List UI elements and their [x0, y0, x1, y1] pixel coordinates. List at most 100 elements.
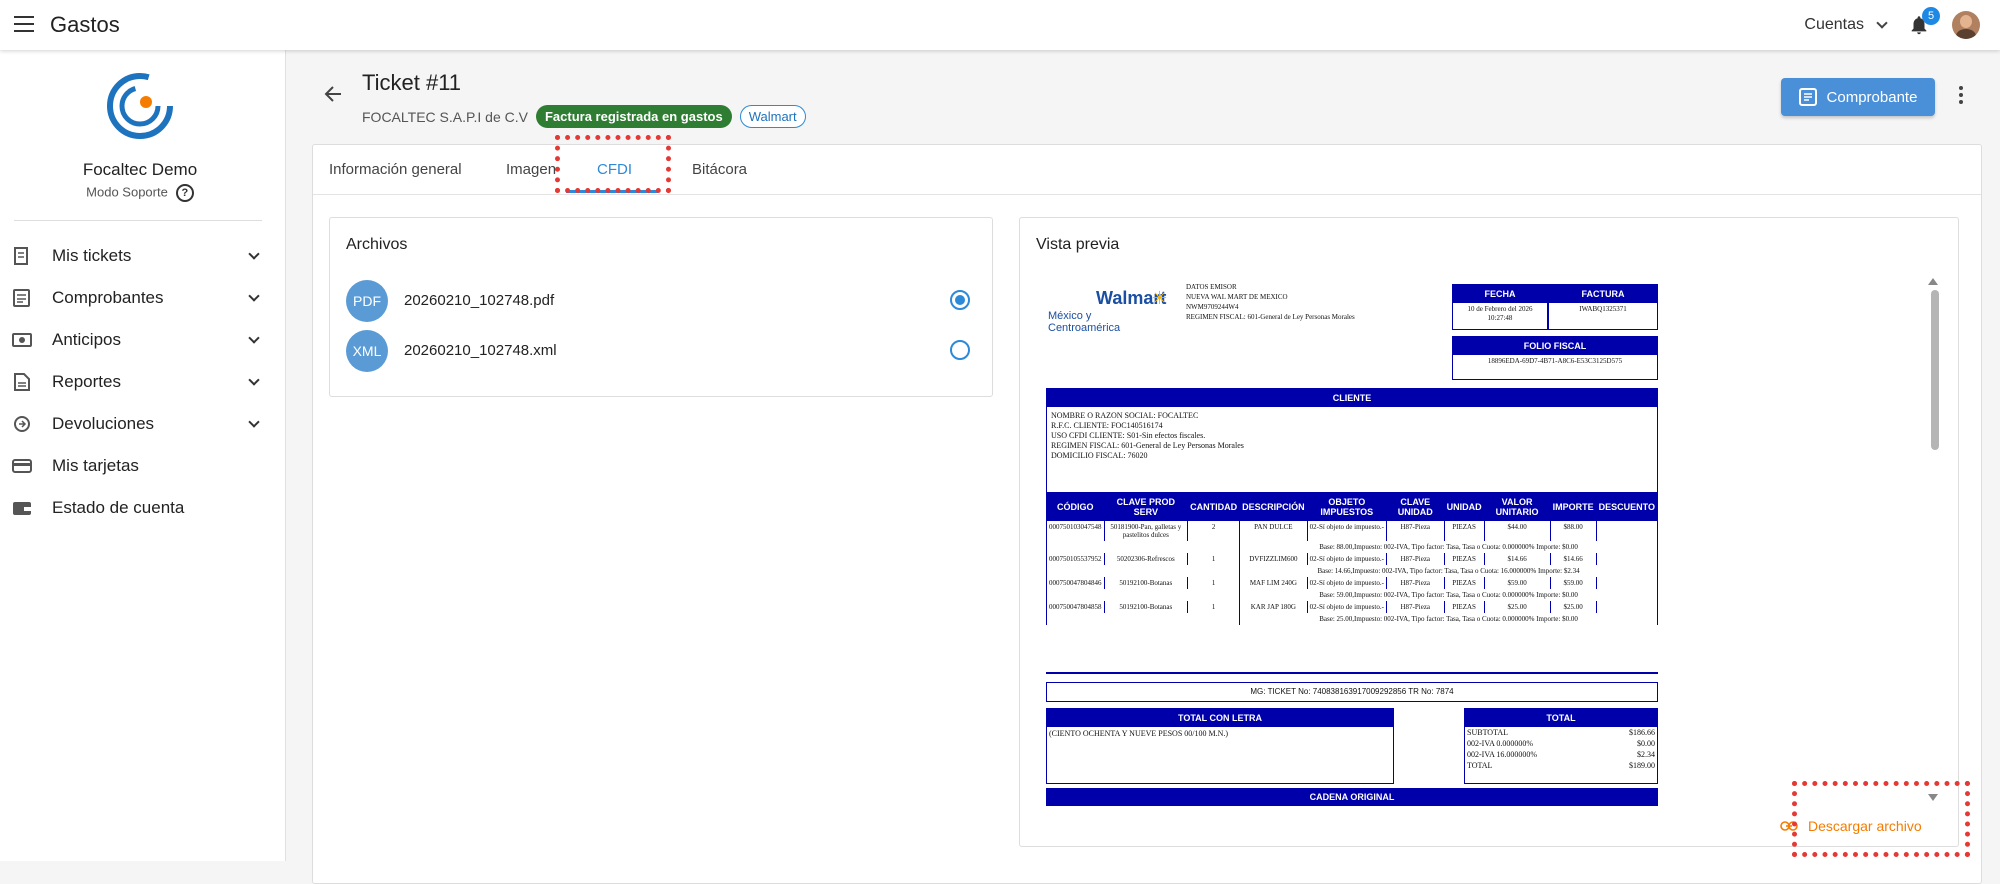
tax-base-row: Base: 88.00,Impuesto: 002-IVA, Tipo fact…: [1045, 541, 1658, 553]
total-row-label: 002-IVA 0.000000%: [1467, 739, 1534, 748]
folio-box: FOLIO FISCAL 18896EDA-69D7-4B71-A8C6-E53…: [1452, 336, 1658, 380]
support-mode-label: Modo Soporte: [86, 184, 168, 200]
help-icon[interactable]: ?: [175, 184, 194, 202]
cliente-line: NOMBRE O RAZON SOCIAL: FOCALTEC: [1051, 411, 1199, 420]
file-radio[interactable]: [950, 340, 970, 360]
column-header: UNIDAD: [1443, 492, 1485, 521]
table-cell: PIEZAS: [1443, 553, 1485, 565]
avatar[interactable]: [1952, 11, 1980, 39]
menu-icon[interactable]: [14, 16, 34, 32]
org-name: Focaltec Demo: [82, 160, 198, 179]
document-icon: [13, 289, 30, 307]
logo-subtext: México y Centroamérica: [1048, 310, 1121, 334]
table-cell: $25.00: [1549, 601, 1597, 613]
total-row: TOTAL $189.00: [1465, 760, 1657, 771]
tab-informacion-general[interactable]: Información general: [329, 161, 462, 178]
sidebar-item-anticipos[interactable]: Anticipos: [0, 319, 286, 361]
chevron-down-icon[interactable]: [1876, 17, 1888, 29]
company-name: FOCALTEC S.A.P.I de C.V: [362, 108, 528, 125]
sidebar: Focaltec Demo Modo Soporte? Mis tickets …: [0, 50, 286, 861]
file-name: 20260210_102748.xml: [404, 342, 557, 359]
table-cell: [1595, 553, 1659, 565]
table-cell: 02-Sí objeto de impuesto.-: [1306, 601, 1387, 613]
comprobante-button[interactable]: Comprobante: [1781, 78, 1935, 116]
sidebar-item-label: Anticipos: [52, 330, 121, 349]
table-cell: [1045, 589, 1241, 601]
tax-base-text: Base: 88.00,Impuesto: 002-IVA, Tipo fact…: [1239, 541, 1658, 553]
total-row-label: TOTAL: [1467, 761, 1493, 770]
sidebar-item-mis-tickets[interactable]: Mis tickets: [0, 235, 286, 277]
support-mode: Modo Soporte?: [0, 184, 280, 202]
card-icon: [12, 459, 32, 473]
document-viewer[interactable]: Walmart ✳ México y Centroamérica DATOS E…: [1036, 274, 1936, 834]
table-cell: PIEZAS: [1443, 601, 1485, 613]
back-arrow-icon[interactable]: [323, 84, 343, 104]
table-cell: 50192100-Botanas: [1103, 577, 1189, 589]
folio-label: FOLIO FISCAL: [1453, 337, 1657, 355]
file-radio-selected[interactable]: [950, 290, 970, 310]
letra-value: (CIENTO OCHENTA Y NUEVE PESOS 00/100 M.N…: [1049, 729, 1229, 738]
cadena-original: CADENA ORIGINAL: [1046, 788, 1658, 806]
factura-box: FACTURA IWABQ1325371: [1548, 284, 1658, 330]
fecha-label: FECHA: [1453, 285, 1547, 303]
sidebar-item-label: Mis tickets: [52, 246, 132, 265]
emisor-block: DATOS EMISOR NUEVA WAL MART DE MEXICO NW…: [1186, 282, 1355, 322]
column-header: CLAVE UNIDAD: [1385, 492, 1445, 521]
accounts-dropdown[interactable]: Cuentas: [1804, 16, 1864, 34]
mg-ticket-line: MG: TICKET No: 74083816391700929​2856 TR…: [1046, 682, 1658, 702]
xml-file-icon: XML: [346, 330, 388, 372]
column-header: IMPORTE: [1549, 492, 1597, 521]
file-item-xml[interactable]: XML 20260210_102748.xml: [346, 330, 978, 372]
tab-imagen[interactable]: Imagen: [506, 161, 556, 178]
table-cell: PIEZAS: [1443, 577, 1485, 589]
files-panel: Archivos PDF 20260210_102748.pdf XML 202…: [329, 217, 993, 397]
total-row-value: $2.34: [1637, 750, 1655, 759]
tax-base-row: Base: 59.00,Impuesto: 002-IVA, Tipo fact…: [1045, 589, 1658, 601]
notifications-button[interactable]: 5: [1908, 7, 1940, 37]
sidebar-item-estado-de-cuenta[interactable]: Estado de cuenta: [0, 487, 286, 529]
table-cell: DVFIZZLIM600: [1239, 553, 1308, 565]
fecha-box: FECHA 10 de Febrero del 2026 10:27:48: [1452, 284, 1548, 330]
sidebar-nav: Mis tickets Comprobantes Anticipos Repor…: [0, 235, 286, 529]
scrollbar-thumb[interactable]: [1931, 290, 1939, 450]
report-icon: [14, 373, 30, 391]
total-row: 002-IVA 16.000000% $2.34: [1465, 749, 1657, 760]
tax-base-row: Base: 14.66,Impuesto: 002-IVA, Tipo fact…: [1045, 565, 1658, 577]
cliente-line: DOMICILIO FISCAL: 76020: [1051, 451, 1148, 460]
ticket-card: Información general Imagen CFDI Bitácora…: [312, 135, 1982, 884]
sidebar-item-devoluciones[interactable]: Devoluciones: [0, 403, 286, 445]
preview-title: Vista previa: [1036, 236, 1120, 253]
table-bottom-border: [1046, 672, 1658, 674]
table-cell: PAN DULCE: [1239, 520, 1308, 541]
total-row-value: $186.66: [1629, 728, 1655, 737]
column-header: OBJETO IMPUESTOS: [1306, 492, 1387, 521]
total-row-label: 002-IVA 16.000000%: [1467, 750, 1538, 759]
emisor-line: NWM9709244W4: [1186, 303, 1239, 311]
vendor-badge: Walmart: [739, 105, 806, 128]
more-options-icon[interactable]: [1959, 86, 1965, 108]
sidebar-item-mis-tarjetas[interactable]: Mis tarjetas: [0, 445, 286, 487]
file-name: 20260210_102748.pdf: [404, 292, 555, 309]
main-content: Ticket #11 FOCALTEC S.A.P.I de C.V Factu…: [287, 50, 2000, 884]
receipt-icon: [1798, 88, 1817, 106]
table-cell: H87-Pieza: [1385, 553, 1445, 565]
table-cell: [1595, 577, 1659, 589]
column-header: CLAVE PROD SERV: [1103, 492, 1189, 521]
scroll-up-arrow[interactable]: [1928, 278, 1938, 285]
cliente-line: R.F.C. CLIENTE: FOC140516174: [1051, 421, 1163, 430]
chevron-down-icon: [248, 248, 260, 260]
table-cell: 000750105537952: [1046, 553, 1105, 565]
tab-bitacora[interactable]: Bitácora: [692, 161, 747, 178]
table-cell: H87-Pieza: [1385, 520, 1445, 541]
total-con-letra-box: TOTAL CON LETRA (CIENTO OCHENTA Y NUEVE …: [1046, 708, 1394, 784]
sidebar-item-comprobantes[interactable]: Comprobantes: [0, 277, 286, 319]
table-row: 000750047804846 50192100-Botanas 1 MAF LIM …: [1046, 577, 1659, 589]
sidebar-item-label: Reportes: [52, 372, 121, 391]
sidebar-item-reportes[interactable]: Reportes: [0, 361, 286, 403]
file-item-pdf[interactable]: PDF 20260210_102748.pdf: [346, 280, 978, 322]
receipt-icon: [14, 247, 28, 265]
factura-label: FACTURA: [1549, 285, 1657, 303]
table-cell: H87-Pieza: [1385, 601, 1445, 613]
emisor-line: REGIMEN FISCAL: 601-General de Ley Perso…: [1186, 313, 1355, 321]
focaltec-logo: [107, 73, 173, 139]
